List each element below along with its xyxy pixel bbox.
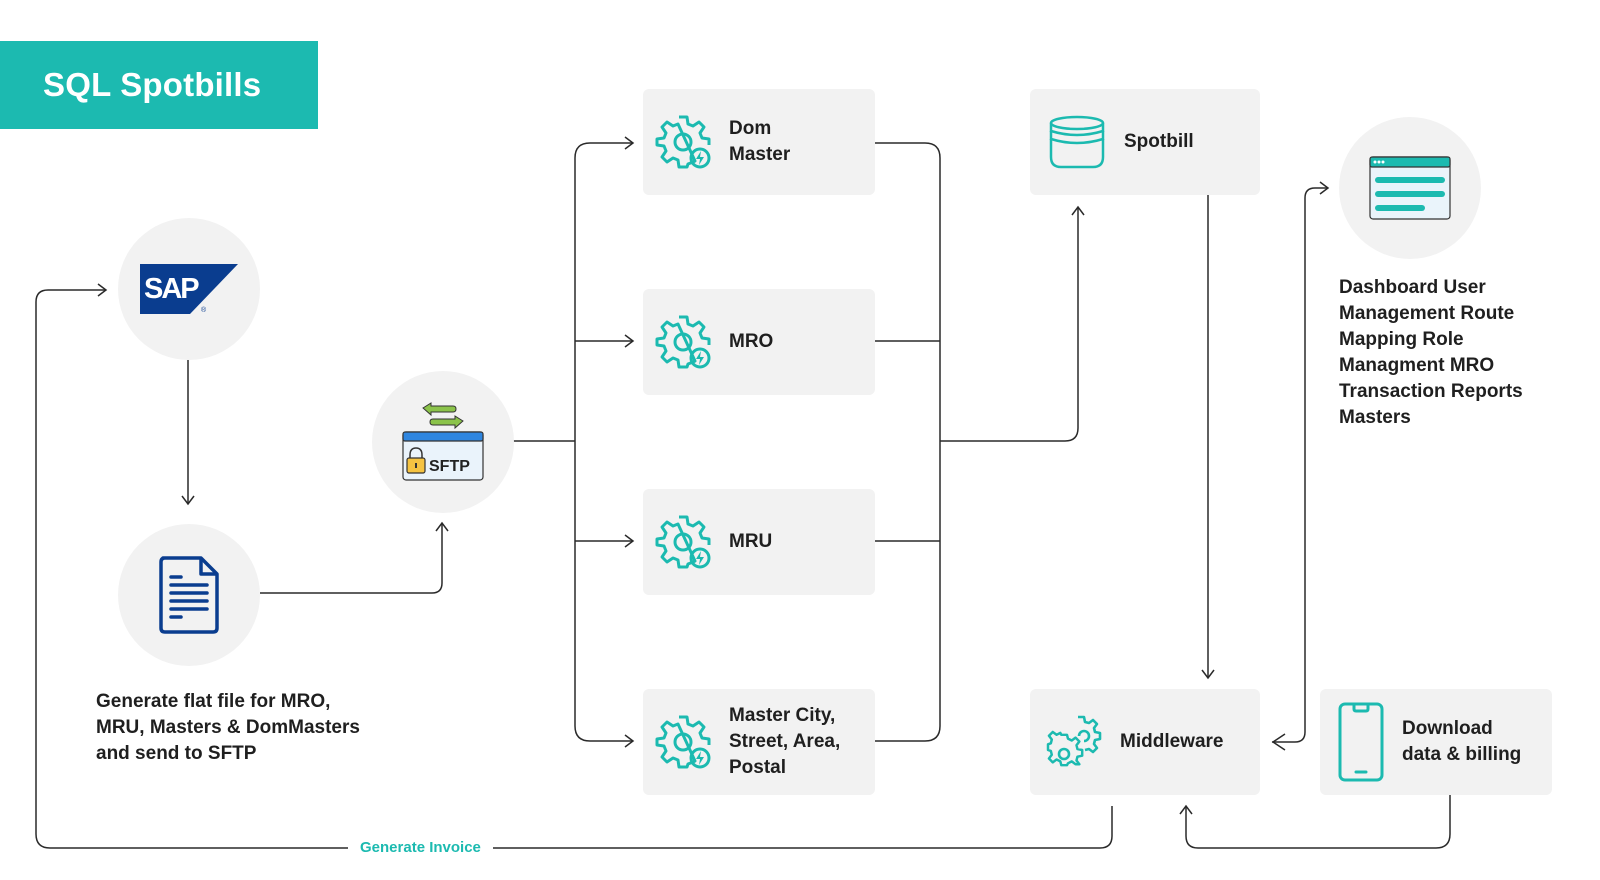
label-line: Postal xyxy=(729,757,787,778)
gear-icon xyxy=(655,115,711,169)
caption-line: Mapping Role xyxy=(1339,329,1464,350)
label-line: data & billing xyxy=(1402,744,1522,765)
mro-label: MRO xyxy=(729,331,774,352)
mru-node[interactable]: MRU xyxy=(643,489,875,595)
dom-master-label: Dom Master xyxy=(729,116,790,168)
svg-text:SAP: SAP xyxy=(144,273,199,305)
flat-file-node[interactable] xyxy=(118,524,260,666)
caption-line: Transaction Reports xyxy=(1339,381,1523,402)
label-line: Master City, xyxy=(729,705,836,726)
sap-logo-icon: SAP ® xyxy=(140,264,238,314)
caption-line: Generate flat file for MRO, xyxy=(96,691,331,712)
edge-middleware-to-dashboard xyxy=(1272,181,1330,743)
gears-icon xyxy=(1046,715,1102,767)
gear-icon xyxy=(655,315,711,369)
document-icon xyxy=(159,556,219,634)
dom-master-node[interactable]: Dom Master xyxy=(643,89,875,195)
spotbill-node[interactable]: Spotbill xyxy=(1030,89,1260,195)
caption-line: Managment MRO xyxy=(1339,355,1495,376)
label-line: Dom xyxy=(729,118,772,139)
svg-text:®: ® xyxy=(201,306,207,314)
caption-line: MRU, Masters & DomMasters xyxy=(96,717,360,738)
label-line: Download xyxy=(1402,718,1493,739)
download-label: Download data & billing xyxy=(1402,716,1521,768)
mru-label: MRU xyxy=(729,531,773,552)
middleware-node[interactable]: Middleware xyxy=(1030,689,1260,795)
gear-icon xyxy=(655,715,711,769)
master-city-node[interactable]: Master City, Street, Area, Postal xyxy=(643,689,875,795)
caption-line: Dashboard User xyxy=(1339,277,1486,298)
label-line: Street, Area, xyxy=(729,731,841,752)
edge-masters-collector xyxy=(875,142,941,742)
edge-flatfile-to-sftp xyxy=(260,521,449,594)
caption-line: and send to SFTP xyxy=(96,743,257,764)
spotbill-label: Spotbill xyxy=(1124,131,1194,152)
dashboard-node[interactable] xyxy=(1339,117,1481,259)
flat-file-caption: Generate flat file for MRO, MRU, Masters… xyxy=(96,689,416,767)
download-node[interactable]: Download data & billing xyxy=(1320,689,1552,795)
mobile-phone-icon xyxy=(1338,702,1384,782)
browser-window-icon xyxy=(1369,156,1451,220)
caption-line: Masters xyxy=(1339,407,1411,428)
gear-icon xyxy=(655,515,711,569)
edge-masters-to-spotbill xyxy=(940,205,1085,442)
dashboard-caption: Dashboard User Management Route Mapping … xyxy=(1339,275,1589,431)
database-icon xyxy=(1049,115,1105,169)
middleware-label: Middleware xyxy=(1120,731,1224,752)
sftp-label: SFTP xyxy=(429,458,470,475)
mro-node[interactable]: MRO xyxy=(643,289,875,395)
generate-invoice-label: Generate Invoice xyxy=(348,839,493,856)
edge-sftp-bus xyxy=(574,136,635,159)
label-line: Master xyxy=(729,144,791,165)
caption-line: Management Route xyxy=(1339,303,1515,324)
sap-node[interactable]: SAP ® xyxy=(118,218,260,360)
sftp-node[interactable]: SFTP xyxy=(372,371,514,513)
master-city-label: Master City, Street, Area, Postal xyxy=(729,703,840,781)
sftp-transfer-icon: SFTP xyxy=(402,402,484,481)
edge-download-to-middleware xyxy=(1179,795,1451,849)
